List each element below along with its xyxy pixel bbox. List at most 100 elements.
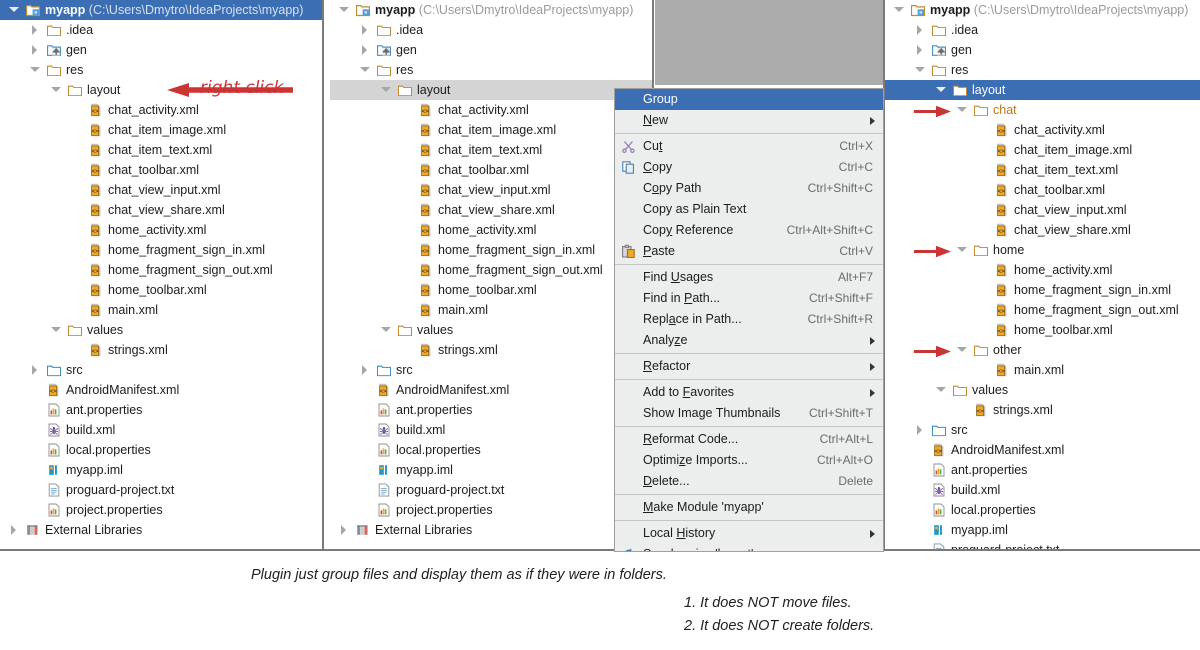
tree-row[interactable]: .idea (330, 20, 652, 40)
tree-row[interactable]: build.xml (885, 480, 1200, 500)
tree-row[interactable]: myapp.iml (330, 460, 652, 480)
tree-row[interactable]: values (0, 320, 322, 340)
chevron-right-icon[interactable] (29, 40, 40, 60)
tree-row[interactable]: proguard-project.txt (0, 480, 322, 500)
menu-item[interactable]: New (615, 110, 883, 131)
tree-row[interactable]: chat (885, 100, 1200, 120)
tree-row[interactable]: project.properties (0, 500, 322, 520)
tree-row[interactable]: <> home_toolbar.xml (330, 280, 652, 300)
tree-row[interactable]: home (885, 240, 1200, 260)
tree-row[interactable]: <> main.xml (330, 300, 652, 320)
chevron-down-icon[interactable] (935, 380, 946, 400)
tree-row[interactable]: ant.properties (330, 400, 652, 420)
chevron-right-icon[interactable] (338, 520, 349, 540)
tree-row[interactable]: <> AndroidManifest.xml (330, 380, 652, 400)
tree-row[interactable]: .idea (885, 20, 1200, 40)
tree-row[interactable]: values (885, 380, 1200, 400)
tree-row[interactable]: External Libraries (330, 520, 652, 540)
tree-row[interactable]: <> chat_item_text.xml (0, 140, 322, 160)
tree-row[interactable]: <> chat_toolbar.xml (0, 160, 322, 180)
menu-item[interactable]: Copy as Plain Text (615, 199, 883, 220)
tree-row[interactable]: <> chat_item_text.xml (330, 140, 652, 160)
tree-row[interactable]: <> home_toolbar.xml (885, 320, 1200, 340)
tree-row[interactable]: build.xml (0, 420, 322, 440)
tree-row[interactable]: .idea (0, 20, 322, 40)
menu-item[interactable]: Make Module 'myapp' (615, 497, 883, 518)
tree-row[interactable]: other (885, 340, 1200, 360)
chevron-down-icon[interactable] (935, 80, 946, 100)
context-menu[interactable]: Group New Cut Ctrl+X Copy Ctrl+C Copy Path Ctrl… (614, 88, 884, 552)
tree-row[interactable]: <> strings.xml (0, 340, 322, 360)
menu-item[interactable]: Paste Ctrl+V (615, 241, 883, 262)
tree-row[interactable]: gen (0, 40, 322, 60)
chevron-down-icon[interactable] (29, 60, 40, 80)
tree-row[interactable]: myapp (C:\Users\Dmytro\IdeaProjects\myap… (885, 0, 1200, 20)
tree-row[interactable]: External Libraries (0, 520, 322, 540)
menu-item[interactable]: Group (615, 89, 883, 110)
menu-item[interactable]: Delete... Delete (615, 471, 883, 492)
chevron-right-icon[interactable] (359, 40, 370, 60)
tree-row[interactable]: myapp (C:\Users\Dmytro\IdeaProjects\myap… (330, 0, 652, 20)
tree-row[interactable]: <> strings.xml (885, 400, 1200, 420)
tree-row[interactable]: <> chat_view_share.xml (885, 220, 1200, 240)
tree-row[interactable]: <> home_toolbar.xml (0, 280, 322, 300)
tree-row[interactable]: <> chat_item_text.xml (885, 160, 1200, 180)
tree-row[interactable]: <> chat_item_image.xml (885, 140, 1200, 160)
tree-row[interactable]: project.properties (330, 500, 652, 520)
menu-item[interactable]: Copy Path Ctrl+Shift+C (615, 178, 883, 199)
menu-item[interactable]: Find in Path... Ctrl+Shift+F (615, 288, 883, 309)
tree-row[interactable]: res (0, 60, 322, 80)
menu-item[interactable]: Replace in Path... Ctrl+Shift+R (615, 309, 883, 330)
tree-row[interactable]: <> home_fragment_sign_in.xml (330, 240, 652, 260)
menu-item[interactable]: Add to Favorites (615, 382, 883, 403)
chevron-down-icon[interactable] (50, 80, 61, 100)
chevron-right-icon[interactable] (359, 20, 370, 40)
tree-row[interactable]: <> home_fragment_sign_out.xml (885, 300, 1200, 320)
tree-row[interactable]: local.properties (330, 440, 652, 460)
tree-row[interactable]: <> home_fragment_sign_in.xml (885, 280, 1200, 300)
tree-row[interactable]: <> chat_activity.xml (330, 100, 652, 120)
tree-row[interactable]: <> chat_view_input.xml (330, 180, 652, 200)
tree-row[interactable]: <> chat_view_input.xml (0, 180, 322, 200)
tree-row[interactable]: <> chat_item_image.xml (0, 120, 322, 140)
menu-item[interactable]: Refactor (615, 356, 883, 377)
tree-row[interactable]: myapp.iml (885, 520, 1200, 540)
tree-row[interactable]: <> chat_view_input.xml (885, 200, 1200, 220)
tree-row[interactable]: src (330, 360, 652, 380)
chevron-down-icon[interactable] (338, 0, 349, 20)
tree-row[interactable]: myapp.iml (0, 460, 322, 480)
chevron-right-icon[interactable] (914, 20, 925, 40)
chevron-down-icon[interactable] (956, 240, 967, 260)
tree-row[interactable]: build.xml (330, 420, 652, 440)
project-tree-panel-contextmenu[interactable]: myapp (C:\Users\Dmytro\IdeaProjects\myap… (330, 0, 652, 550)
tree-row[interactable]: ant.properties (885, 460, 1200, 480)
tree-row[interactable]: <> chat_toolbar.xml (885, 180, 1200, 200)
tree-row[interactable]: layout (330, 80, 652, 100)
menu-item[interactable]: Reformat Code... Ctrl+Alt+L (615, 429, 883, 450)
chevron-down-icon[interactable] (50, 320, 61, 340)
chevron-down-icon[interactable] (8, 0, 19, 20)
tree-row[interactable]: proguard-project.txt (330, 480, 652, 500)
menu-item[interactable]: Copy Ctrl+C (615, 157, 883, 178)
tree-row[interactable]: <> home_fragment_sign_in.xml (0, 240, 322, 260)
project-tree-panel-after[interactable]: myapp (C:\Users\Dmytro\IdeaProjects\myap… (885, 0, 1200, 550)
tree-row[interactable]: local.properties (0, 440, 322, 460)
chevron-right-icon[interactable] (29, 20, 40, 40)
tree-row[interactable]: local.properties (885, 500, 1200, 520)
tree-row[interactable]: <> strings.xml (330, 340, 652, 360)
tree-row[interactable]: myapp (C:\Users\Dmytro\IdeaProjects\myap… (0, 0, 322, 20)
tree-row[interactable]: <> chat_view_share.xml (330, 200, 652, 220)
menu-item[interactable]: Cut Ctrl+X (615, 136, 883, 157)
tree-row[interactable]: <> chat_view_share.xml (0, 200, 322, 220)
tree-row[interactable]: <> home_activity.xml (885, 260, 1200, 280)
tree-row[interactable]: src (885, 420, 1200, 440)
tree-row[interactable]: <> home_activity.xml (330, 220, 652, 240)
chevron-down-icon[interactable] (380, 320, 391, 340)
chevron-right-icon[interactable] (359, 360, 370, 380)
tree-row[interactable]: <> home_activity.xml (0, 220, 322, 240)
tree-row[interactable]: ant.properties (0, 400, 322, 420)
chevron-right-icon[interactable] (29, 360, 40, 380)
tree-row[interactable]: <> AndroidManifest.xml (885, 440, 1200, 460)
tree-row[interactable]: <> chat_activity.xml (885, 120, 1200, 140)
menu-item[interactable]: Copy Reference Ctrl+Alt+Shift+C (615, 220, 883, 241)
